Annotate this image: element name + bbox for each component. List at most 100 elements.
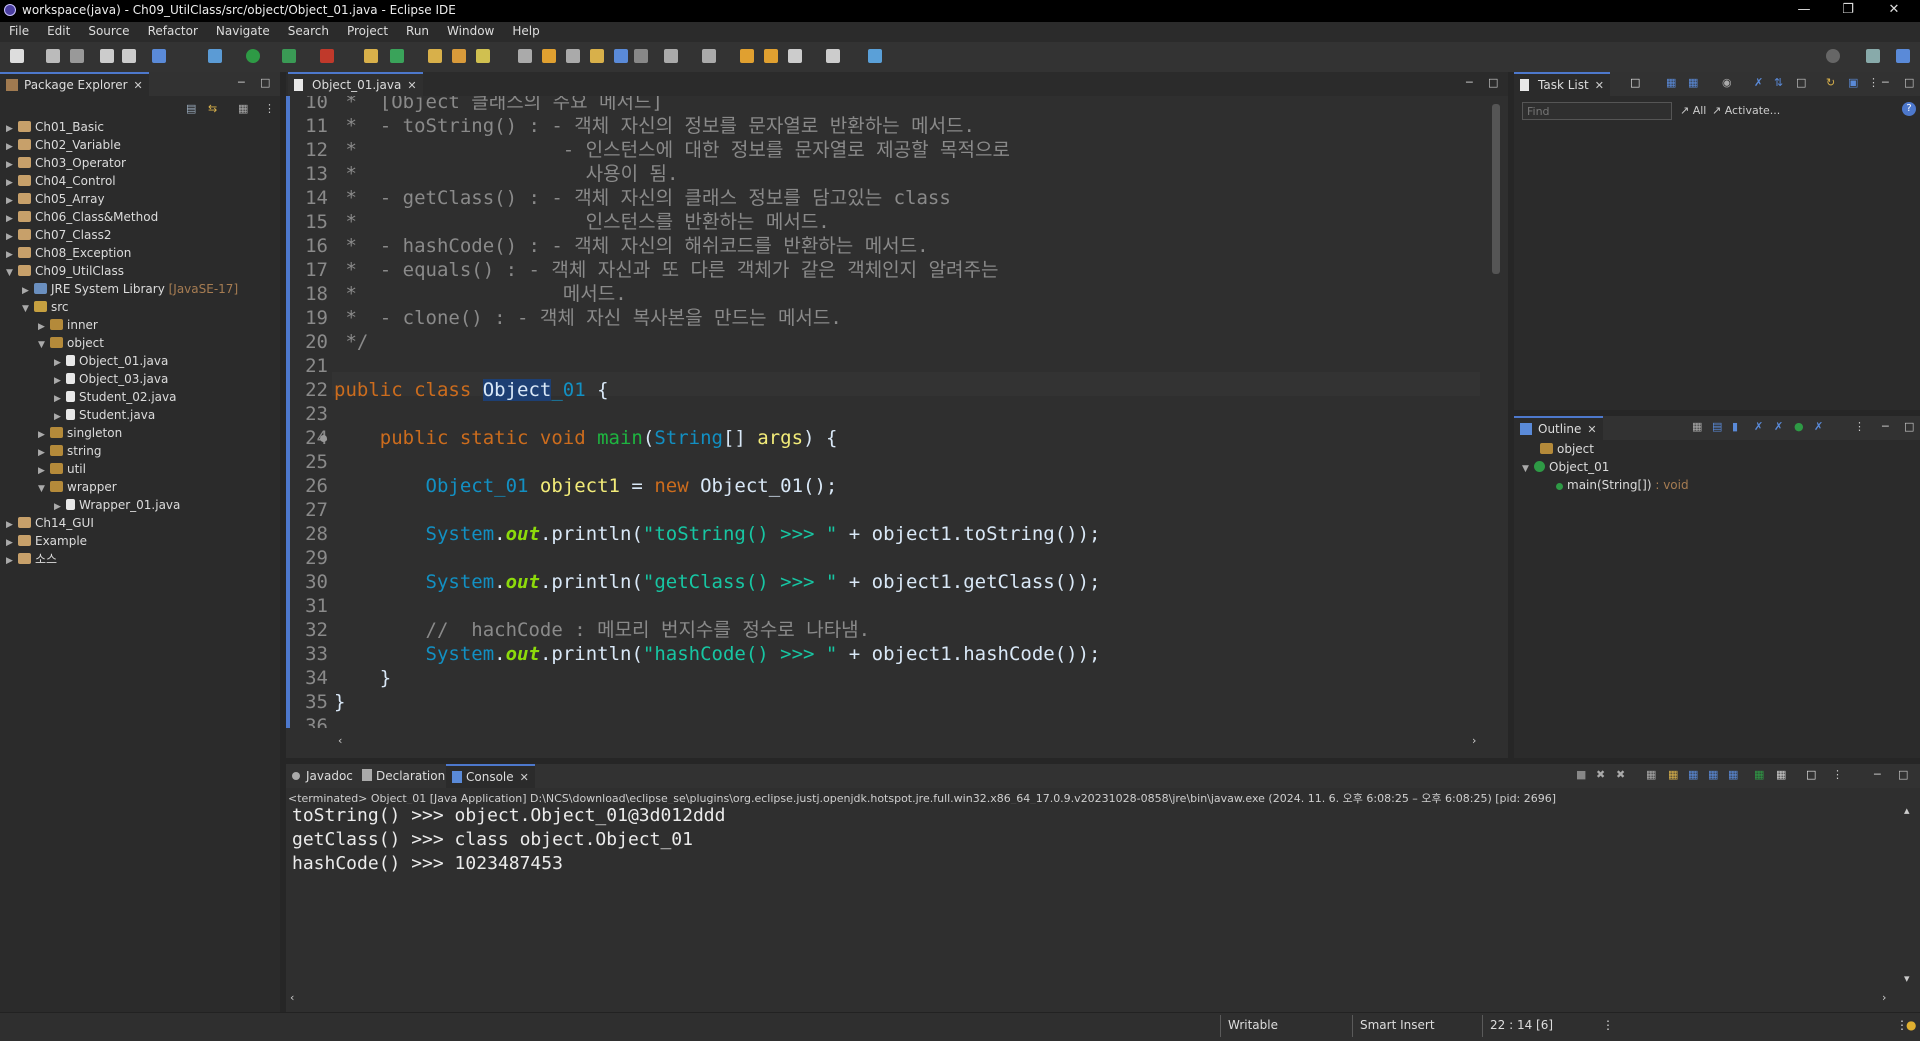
tree-item-file-wrapper01[interactable]: ▶ Wrapper_01.java [54, 496, 180, 514]
scheduled-icon[interactable]: ▦ [1688, 76, 1698, 89]
chevron-right-icon[interactable]: ▶ [6, 552, 18, 570]
chevron-down-icon[interactable]: ▼ [38, 336, 50, 354]
show-stdout-icon[interactable]: ▦ [1708, 768, 1718, 781]
external-tools-icon[interactable] [320, 49, 334, 63]
tree-item-project-ch14[interactable]: ▶ Ch14_GUI [6, 514, 94, 532]
tree-item-jre-library[interactable]: ▶ JRE System Library [JavaSE-17] [22, 280, 238, 298]
redo-icon[interactable] [122, 49, 136, 63]
status-cursor-position[interactable]: 22 : 14 [6] [1490, 1018, 1553, 1032]
tree-item-project-ch04[interactable]: ▶ Ch04_Control [6, 172, 116, 190]
menu-project[interactable]: Project [338, 22, 397, 38]
status-insert-mode[interactable]: Smart Insert [1360, 1018, 1435, 1032]
focus-icon[interactable]: ◉ [1722, 76, 1732, 89]
annotation-icon[interactable] [664, 49, 678, 63]
maximize-icon[interactable]: □ [260, 76, 270, 89]
debug-icon[interactable] [208, 49, 222, 63]
new-java-project-icon[interactable] [364, 49, 378, 63]
tree-item-project-ch02[interactable]: ▶ Ch02_Variable [6, 136, 121, 154]
tab-outline[interactable]: Outline ✕ [1514, 416, 1603, 440]
clear-console-icon[interactable]: ▦ [1646, 768, 1656, 781]
menu-run[interactable]: Run [397, 22, 438, 38]
console-vertical-scrollbar[interactable]: ▴ ▾ [1900, 804, 1918, 988]
remove-launch-icon[interactable]: ✖ [1596, 768, 1605, 781]
run-icon[interactable] [246, 49, 260, 63]
activate-link[interactable]: ↗ Activate... [1712, 104, 1780, 117]
forward-icon[interactable] [826, 49, 840, 63]
lightbulb-icon[interactable]: ● [1906, 1018, 1916, 1032]
sort-icon[interactable]: ▦ [1692, 420, 1702, 433]
view-menu-icon[interactable]: ⋮ [1854, 420, 1865, 433]
hide-fields-icon[interactable]: ▮ [1732, 420, 1738, 433]
maximize-icon[interactable]: □ [1898, 768, 1908, 781]
open-perspective-icon[interactable] [1866, 49, 1880, 63]
tab-console[interactable]: Console ✕ [446, 764, 535, 788]
maximize-icon[interactable]: □ [1488, 76, 1498, 89]
hide-static-icon[interactable]: ✗ [1754, 420, 1763, 433]
fold-marker-icon[interactable] [320, 435, 327, 442]
tab-task-list[interactable]: Task List ✕ [1514, 72, 1610, 96]
minimize-icon[interactable]: ─ [1466, 76, 1473, 89]
close-icon[interactable]: ✕ [1587, 423, 1596, 436]
close-icon[interactable]: ✕ [134, 79, 143, 92]
tree-item-project-ch06[interactable]: ▶ Ch06_Class&Method [6, 208, 158, 226]
tree-item-package-string[interactable]: ▶ string [38, 442, 101, 460]
chevron-down-icon[interactable]: ▼ [1522, 460, 1534, 478]
tree-item-file-student[interactable]: ▶ Student.java [54, 406, 155, 424]
filter-icon[interactable]: ▦ [238, 102, 248, 115]
tree-item-package-inner[interactable]: ▶ inner [38, 316, 98, 334]
outline-class[interactable]: ▼ Object_01 [1522, 458, 1609, 476]
open-type-icon[interactable] [428, 49, 442, 63]
tree-item-project-ch07[interactable]: ▶ Ch07_Class2 [6, 226, 111, 244]
menu-edit[interactable]: Edit [38, 22, 79, 38]
collapse-all-icon[interactable]: ▤ [186, 102, 196, 115]
pilcrow-icon[interactable] [634, 49, 648, 63]
view-menu-icon[interactable]: ⋮ [1868, 76, 1879, 89]
close-icon[interactable]: ✕ [520, 771, 529, 784]
hide-completed-icon[interactable]: ✗ [1754, 76, 1763, 89]
last-edit-icon[interactable] [740, 49, 754, 63]
chevron-down-icon[interactable]: ▼ [38, 480, 50, 498]
tab-declaration[interactable]: Declaration [356, 764, 451, 788]
scroll-lock-icon[interactable]: ▦ [1668, 768, 1678, 781]
save-all-icon[interactable] [70, 49, 84, 63]
menu-help[interactable]: Help [503, 22, 548, 38]
tree-item-project-source[interactable]: ▶ 소스 [6, 550, 57, 568]
minimize-icon[interactable]: ─ [1882, 420, 1889, 433]
chevron-down-icon[interactable]: ▼ [6, 264, 18, 282]
scroll-left-icon[interactable]: ‹ [290, 991, 294, 1004]
repository-icon[interactable]: ▣ [1848, 76, 1858, 89]
tree-item-project-ch03[interactable]: ▶ Ch03_Operator [6, 154, 126, 172]
restore-button[interactable]: ❐ [1828, 2, 1868, 20]
editor-vertical-scrollbar[interactable] [1480, 96, 1508, 728]
tree-item-project-ch01[interactable]: ▶ Ch01_Basic [6, 118, 104, 136]
tree-item-project-ch09[interactable]: ▼ Ch09_UtilClass [6, 262, 124, 280]
pin-console-icon[interactable]: ▦ [1754, 768, 1764, 781]
minimize-icon[interactable]: ─ [1882, 76, 1889, 89]
menu-navigate[interactable]: Navigate [207, 22, 279, 38]
close-icon[interactable]: ✕ [407, 79, 416, 92]
code-editor[interactable]: 10 * [Object 클래스의 주요 메서드] 11 * - toString… [292, 96, 1484, 728]
whitespace-icon[interactable] [614, 49, 628, 63]
menu-window[interactable]: Window [438, 22, 503, 38]
pin-editor-icon[interactable] [868, 49, 882, 63]
task-find-input[interactable] [1522, 102, 1672, 120]
tree-item-package-singleton[interactable]: ▶ singleton [38, 424, 122, 442]
tree-item-project-ch08[interactable]: ▶ Ch08_Exception [6, 244, 131, 262]
tree-item-file-object01[interactable]: ▶ Object_01.java [54, 352, 168, 370]
menu-file[interactable]: File [0, 22, 38, 38]
menu-search[interactable]: Search [279, 22, 338, 38]
save-icon[interactable] [46, 49, 60, 63]
search-icon[interactable] [1826, 49, 1840, 63]
toggle-icon[interactable] [518, 49, 532, 63]
tree-item-project-ch05[interactable]: ▶ Ch05_Array [6, 190, 105, 208]
next-annotation-icon[interactable] [702, 49, 716, 63]
console-output[interactable]: toString() >>> object.Object_01@3d012ddd… [286, 804, 1896, 988]
outline-method[interactable]: main(String[]) : void [1556, 476, 1689, 494]
editor-horizontal-scrollbar[interactable]: ‹ › [336, 734, 1486, 750]
open-console-icon[interactable]: □ [1806, 768, 1816, 781]
close-icon[interactable]: ✕ [1595, 79, 1604, 92]
help-icon[interactable]: ? [1902, 102, 1916, 116]
scroll-up-icon[interactable]: ▴ [1904, 804, 1910, 817]
open-folder-icon[interactable] [452, 49, 466, 63]
tree-item-package-util[interactable]: ▶ util [38, 460, 86, 478]
